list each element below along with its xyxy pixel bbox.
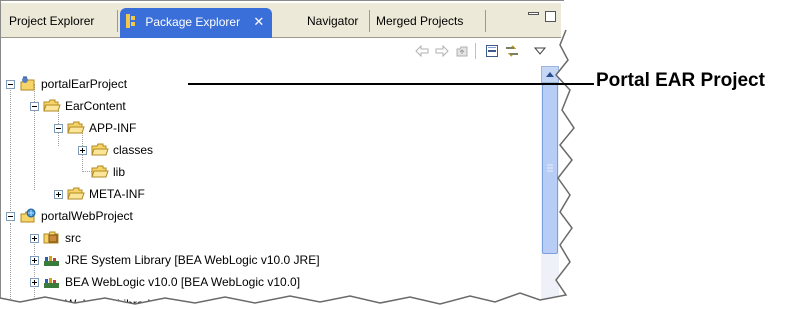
vertical-scrollbar[interactable] (541, 66, 559, 309)
tree-connector (34, 106, 35, 190)
tree-item[interactable]: src (30, 227, 81, 249)
package-icon (126, 14, 135, 28)
tree-connector (10, 223, 11, 309)
tab-strip: Project Explorer Package Explorer ✕ Navi… (1, 3, 561, 38)
tree-item[interactable]: JRE System Library [BEA WebLogic v10.0 J… (30, 249, 320, 271)
link-with-editor-icon[interactable] (503, 42, 521, 60)
project-tree: portalEarProject EarContent APP-INF clas… (6, 68, 540, 309)
folder-icon (67, 121, 85, 134)
tab-separator (485, 10, 486, 32)
library-icon (44, 256, 59, 266)
tab-label: Package Explorer (145, 15, 241, 29)
tree-item-label: classes (113, 143, 154, 157)
tab-label: Merged Projects (376, 14, 464, 28)
tree-item[interactable]: lib (91, 161, 125, 183)
expand-toggle[interactable] (54, 189, 63, 199)
tab-merged-projects[interactable]: Merged Projects (370, 10, 469, 32)
expand-toggle[interactable] (30, 233, 39, 243)
collapse-toggle[interactable] (30, 101, 39, 111)
close-icon[interactable]: ✕ (253, 14, 264, 29)
view-menu-icon[interactable] (531, 42, 549, 60)
source-folder-icon (43, 231, 59, 244)
tab-label: Navigator (307, 14, 359, 28)
tree-item-label: Web App Libraries (65, 297, 163, 309)
tree-item[interactable]: APP-INF (54, 117, 136, 139)
tree-item-label: lib (113, 165, 126, 179)
collapse-toggle[interactable] (6, 211, 15, 221)
collapse-toggle[interactable] (54, 123, 63, 133)
toolbar-separator (475, 43, 476, 59)
package-explorer-view: Project Explorer Package Explorer ✕ Navi… (0, 0, 566, 309)
tab-label: Project Explorer (9, 14, 95, 28)
tree-item[interactable]: portalEarProject (6, 73, 127, 95)
tree-item[interactable]: BEA WebLogic v10.0 [BEA WebLogic v10.0] (30, 271, 300, 293)
tree-item-label: portalWebProject (41, 209, 133, 223)
minimize-icon[interactable] (528, 12, 539, 15)
tree-item[interactable]: EarContent (30, 95, 126, 117)
tree-item-label: EarContent (65, 99, 126, 113)
tree-item[interactable]: portalWebProject (6, 205, 133, 227)
tree-item[interactable]: Web App Libraries (30, 293, 163, 309)
tree-connector (10, 83, 11, 215)
callout-label: Portal EAR Project (596, 70, 765, 91)
library-icon (44, 300, 59, 309)
tab-project-explorer[interactable]: Project Explorer (3, 10, 100, 32)
folder-icon (67, 187, 85, 200)
back-arrow-icon[interactable] (413, 42, 431, 60)
forward-arrow-icon[interactable] (433, 42, 451, 60)
up-folder-icon[interactable] (453, 42, 471, 60)
tab-package-explorer[interactable]: Package Explorer ✕ (120, 8, 273, 38)
tree-item-label: JRE System Library [BEA WebLogic v10.0 J… (65, 253, 320, 267)
tree-item-label: BEA WebLogic v10.0 [BEA WebLogic v10.0] (65, 275, 301, 289)
scroll-up-button[interactable] (541, 66, 559, 83)
expand-toggle[interactable] (30, 255, 39, 265)
callout-leader-line (188, 83, 594, 85)
tab-separator (117, 10, 118, 32)
tree-item-label: src (65, 231, 81, 245)
tree-item-label: META-INF (89, 187, 145, 201)
scroll-thumb[interactable] (542, 84, 558, 254)
tab-navigator[interactable]: Navigator (301, 10, 364, 32)
maximize-icon[interactable] (545, 11, 556, 22)
tree-item[interactable]: META-INF (54, 183, 145, 205)
library-icon (44, 278, 59, 288)
collapse-all-icon[interactable] (483, 42, 501, 60)
view-toolbar (1, 38, 561, 64)
folder-icon (91, 165, 109, 178)
folder-icon (43, 99, 61, 112)
tree-item-label: portalEarProject (41, 77, 128, 91)
collapse-toggle[interactable] (6, 79, 15, 89)
web-project-icon (20, 208, 36, 223)
tree-item-label: APP-INF (89, 121, 137, 135)
tree-item[interactable]: classes (78, 139, 153, 161)
folder-icon (91, 143, 109, 156)
expand-toggle[interactable] (30, 299, 39, 309)
ear-project-icon (20, 76, 35, 91)
expand-toggle[interactable] (30, 277, 39, 287)
expand-toggle[interactable] (78, 145, 87, 155)
